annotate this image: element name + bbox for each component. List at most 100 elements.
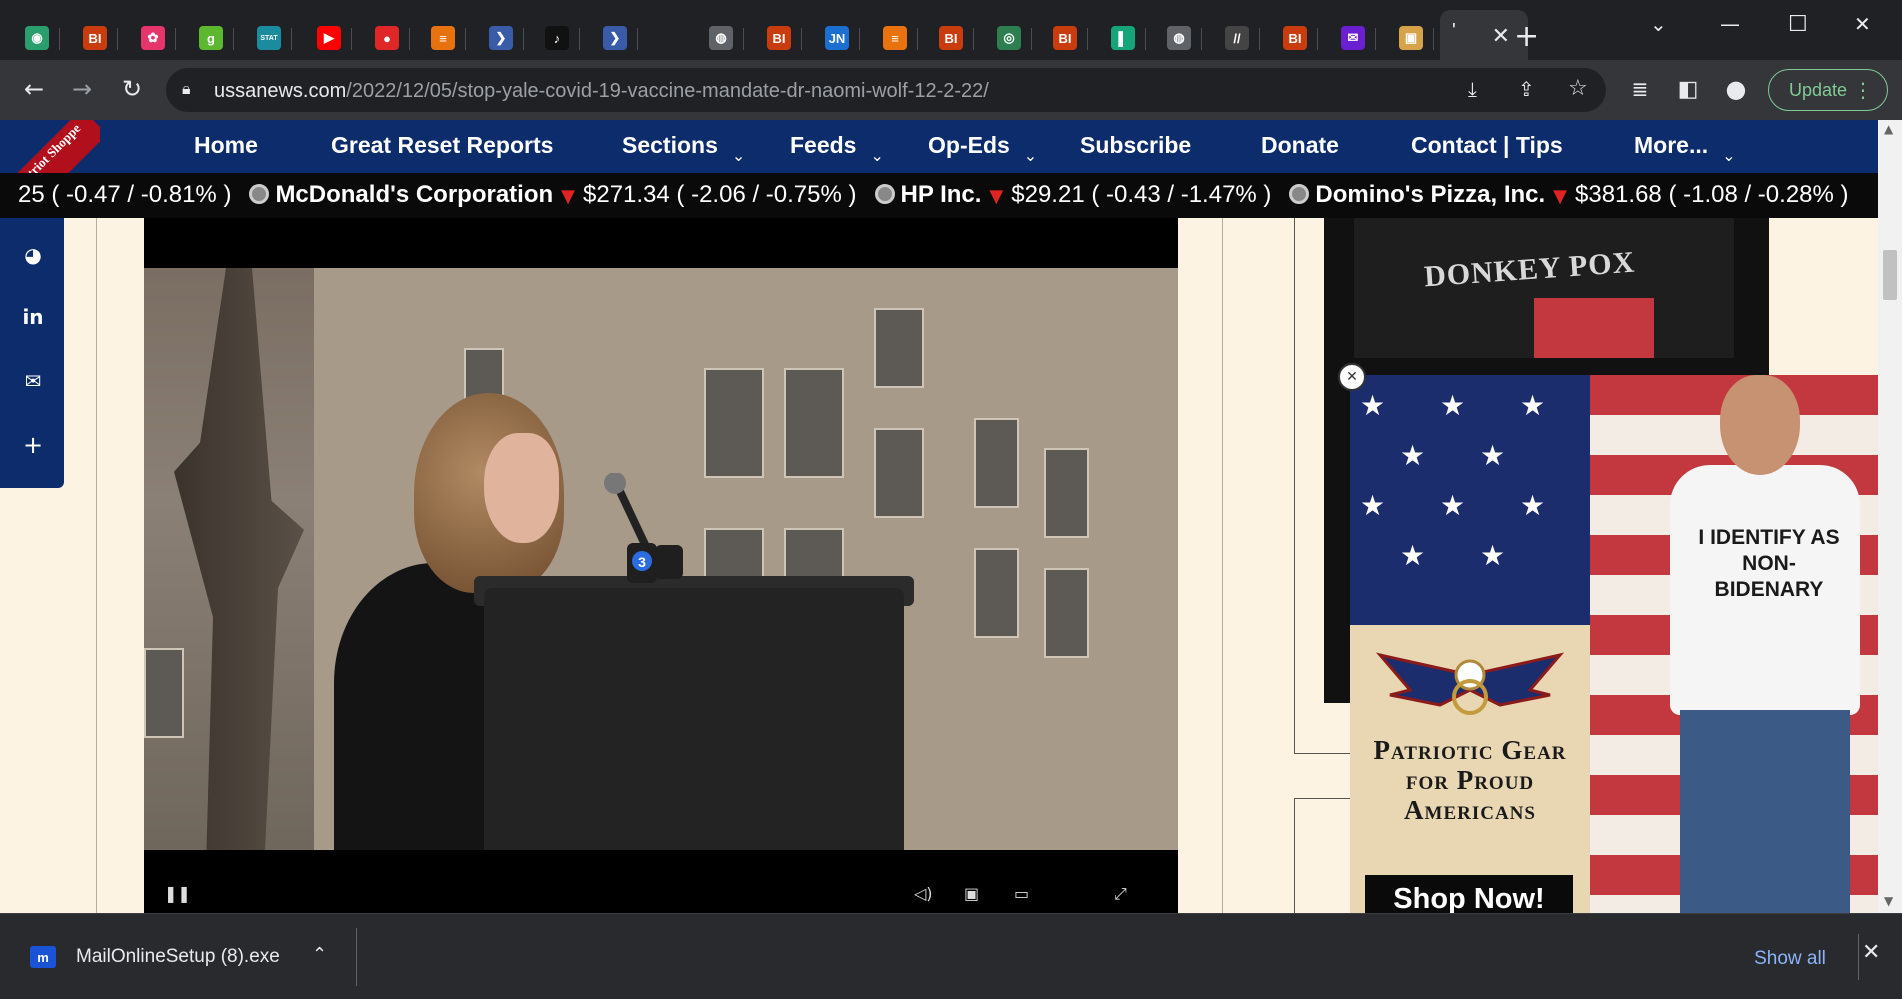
browser-tab[interactable]: ❯ — [482, 18, 524, 58]
plus-icon[interactable]: + — [18, 430, 48, 460]
ticker-item[interactable]: 25 ( -0.47 / -0.81% ) — [18, 181, 231, 209]
tab-separator — [1201, 28, 1202, 50]
browser-tab[interactable]: ◉ — [18, 18, 60, 58]
forward-icon[interactable]: → — [66, 73, 98, 105]
nav-item-donate[interactable]: Donate — [1261, 132, 1339, 159]
tab-separator — [859, 28, 860, 50]
minimize-icon[interactable]: — — [1720, 12, 1740, 36]
settings-icon[interactable]: ▣ — [964, 884, 979, 903]
scroll-thumb[interactable] — [1883, 250, 1897, 300]
side-panel-icon[interactable]: ◧ — [1672, 73, 1704, 105]
browser-tab[interactable]: JN — [818, 18, 860, 58]
chevron-up-icon[interactable]: ⌃ — [312, 944, 327, 965]
nav-item-subscribe[interactable]: Subscribe — [1080, 132, 1191, 159]
browser-tab[interactable]: BI — [932, 18, 974, 58]
menu-dots-icon[interactable]: ⋮ — [1853, 78, 1873, 102]
chevron-down-icon[interactable]: ⌄ — [732, 146, 745, 165]
update-button[interactable]: Update ⋮ — [1768, 69, 1888, 111]
bookmark-star-icon[interactable]: ☆ — [1568, 76, 1588, 101]
back-icon[interactable]: ← — [18, 73, 50, 105]
tab-separator — [117, 28, 118, 50]
browser-tab[interactable]: ≡ — [876, 18, 918, 58]
nav-item-sections[interactable]: Sections ⌄ — [622, 132, 745, 165]
maximize-icon[interactable]: ☐ — [1788, 12, 1808, 37]
browser-tab[interactable]: ≡ — [424, 18, 466, 58]
browser-tab[interactable]: ● — [368, 18, 410, 58]
browser-tab[interactable]: BI — [760, 18, 802, 58]
chevron-down-icon[interactable]: ⌄ — [1024, 146, 1037, 165]
bi-icon: BI — [767, 26, 791, 50]
nav-item-contact-tips[interactable]: Contact | Tips — [1411, 132, 1563, 159]
model-shirt-text: I IDENTIFY AS NON-BIDENARY — [1698, 526, 1840, 601]
download-file-name[interactable]: MailOnlineSetup (8).exe — [76, 946, 280, 968]
nav-item-label: More... — [1634, 132, 1709, 158]
browser-tab[interactable]: BI — [1046, 18, 1088, 58]
volume-icon[interactable]: ◁) — [914, 884, 933, 903]
chevron-down-icon[interactable]: ⌄ — [870, 146, 883, 165]
profile-icon[interactable]: ● — [1720, 73, 1752, 105]
browser-tab[interactable]: BI — [1276, 18, 1318, 58]
nav-item-op-eds[interactable]: Op-Eds ⌄ — [928, 132, 1037, 165]
page-scrollbar[interactable]: ▲ ▼ — [1878, 120, 1902, 913]
browser-tab[interactable]: ▌ — [1104, 18, 1146, 58]
new-tab-button[interactable]: + — [1514, 22, 1539, 52]
browser-tab[interactable]: STAT — [250, 18, 292, 58]
stock-ticker: 25 ( -0.47 / -0.81% ) McDonald's Corporat… — [0, 173, 1878, 218]
tab-separator — [465, 28, 466, 50]
close-ad-button[interactable]: ✕ — [1338, 363, 1366, 391]
nav-item-more[interactable]: More... ⌄ — [1634, 132, 1736, 165]
tab-separator — [1031, 28, 1032, 50]
ticker-item[interactable]: HP Inc. ▼ $29.21 ( -0.43 / -1.47% ) — [874, 181, 1271, 209]
browser-tab[interactable]: ◎ — [990, 18, 1032, 58]
video-player[interactable]: 3 ❚❚ ◁) ▣ ▭ ⤢ — [144, 218, 1178, 913]
browser-tab[interactable]: ◍ — [702, 18, 744, 58]
browser-tab[interactable]: ✉ — [1334, 18, 1376, 58]
reddit-icon[interactable]: ◕ — [18, 240, 48, 270]
linkedin-icon[interactable]: in — [18, 302, 48, 332]
ticker-item[interactable]: McDonald's Corporation ▼ $271.34 ( -2.06 /… — [249, 181, 857, 209]
tab-search-icon[interactable]: ⌄ — [1650, 12, 1667, 36]
lock-icon[interactable]: 🔒︎ — [182, 79, 191, 99]
tab-separator — [351, 28, 352, 50]
browser-tab[interactable]: BI — [76, 18, 118, 58]
nav-item-home[interactable]: Home — [194, 132, 258, 159]
email-icon[interactable]: ✉ — [18, 366, 48, 396]
share-icon[interactable]: ⇪ — [1518, 77, 1535, 101]
chevron-down-icon[interactable]: ⌄ — [1722, 146, 1735, 165]
reload-icon[interactable]: ↻ — [116, 73, 148, 105]
nav-item-great-reset-reports[interactable]: Great Reset Reports — [331, 132, 553, 159]
url-text[interactable]: ussanews.com/2022/12/05/stop-yale-covid-… — [214, 80, 989, 103]
browser-tab[interactable]: ▣ — [1392, 18, 1434, 58]
captions-icon[interactable]: ▭ — [1014, 884, 1029, 903]
address-bar[interactable]: 🔒︎ ussanews.com/2022/12/05/stop-yale-cov… — [166, 68, 1606, 112]
browser-tab[interactable]: g — [192, 18, 234, 58]
nav-item-feeds[interactable]: Feeds ⌄ — [790, 132, 884, 165]
video-frame[interactable]: 3 — [144, 268, 1178, 850]
close-tab-icon[interactable]: ✕ — [1492, 24, 1510, 49]
shop-now-button[interactable]: Shop Now! — [1362, 872, 1576, 913]
show-all-button[interactable]: Show all — [1740, 944, 1840, 974]
reading-list-icon[interactable]: ≣ — [1624, 73, 1656, 105]
browser-tab[interactable]: ◍ — [1160, 18, 1202, 58]
ticker-item[interactable]: Domino's Pizza, Inc. ▼ $381.68 ( -1.08 / -… — [1289, 181, 1849, 209]
tab-separator — [409, 28, 410, 50]
pause-icon[interactable]: ❚❚ — [164, 884, 191, 903]
browser-tab[interactable]: ▶ — [310, 18, 352, 58]
browser-tab[interactable]: ✿ — [134, 18, 176, 58]
browser-tab[interactable]: ❯ — [596, 18, 638, 58]
close-download-bar-icon[interactable]: ✕ — [1862, 940, 1880, 965]
youtube-icon: ▶ — [317, 26, 341, 50]
browser-tab[interactable]: // — [1218, 18, 1260, 58]
star-icon: ★ — [1440, 389, 1466, 422]
popup-advertisement[interactable]: ★ ★ ★ ★ ★ ★ ★ ★ ★ ★ Patriotic Gear for P… — [1350, 375, 1878, 913]
scroll-up-icon[interactable]: ▲ — [1884, 122, 1893, 136]
scroll-down-icon[interactable]: ▼ — [1884, 894, 1893, 908]
install-icon[interactable]: ⤓ — [1468, 77, 1477, 101]
browser-tab[interactable]: ♪ — [538, 18, 580, 58]
fullscreen-icon[interactable]: ⤢ — [1114, 884, 1127, 904]
download-file-icon[interactable]: m — [30, 946, 56, 968]
active-tab-title: ' — [1452, 20, 1456, 42]
window-close-icon[interactable]: ✕ — [1854, 12, 1871, 36]
nav-item-label: Sections — [622, 132, 718, 158]
star-icon: ★ — [1520, 389, 1546, 422]
